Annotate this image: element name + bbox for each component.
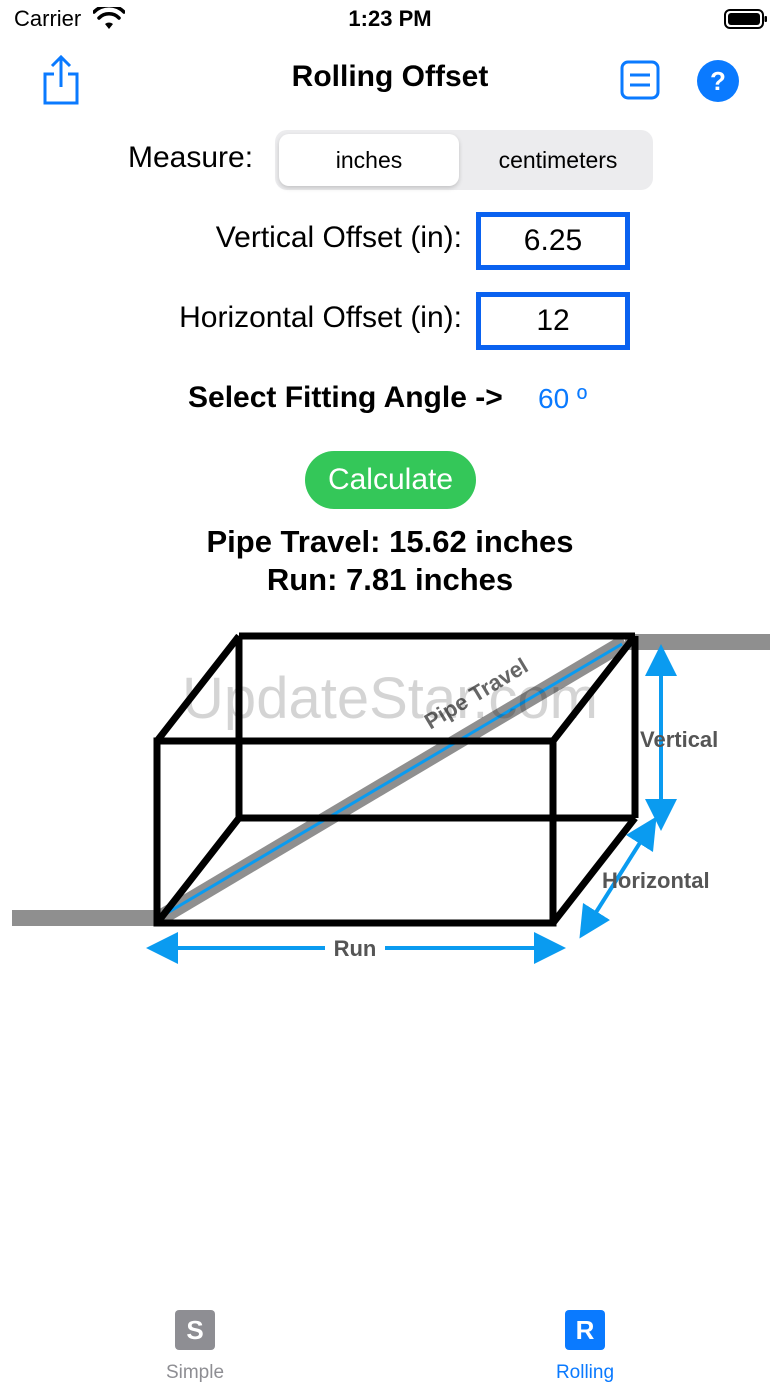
fitting-angle-label: Select Fitting Angle -> [188, 381, 503, 414]
diagram-label-vertical: Vertical [640, 727, 718, 752]
horizontal-offset-label: Horizontal Offset (in): [179, 301, 462, 334]
segment-inches[interactable]: inches [279, 134, 459, 186]
horizontal-offset-field[interactable]: 12 [476, 292, 630, 350]
battery-icon [724, 9, 767, 29]
unit-segmented-control: inches centimeters [275, 130, 653, 190]
segment-centimeters[interactable]: centimeters [465, 134, 651, 186]
diagram-label-run: Run [334, 936, 377, 961]
tab-simple[interactable]: S Simple [135, 1300, 255, 1390]
vertical-offset-field[interactable]: 6.25 [476, 212, 630, 270]
fitting-angle-picker[interactable]: 60 º [538, 383, 587, 415]
rolling-offset-diagram: Pipe Travel Vertical Horizontal Run Upda… [12, 632, 770, 964]
calculate-button[interactable]: Calculate [305, 451, 476, 509]
watermark-text: UpdateStar.com [182, 666, 598, 731]
measure-label: Measure: [128, 141, 254, 174]
pipe-travel-result: Pipe Travel: 15.62 inches [206, 524, 574, 559]
status-time: 1:23 PM [348, 6, 432, 31]
vertical-offset-label: Vertical Offset (in): [215, 221, 462, 254]
tab-rolling-label: Rolling [555, 1362, 615, 1383]
diagram-label-horizontal: Horizontal [602, 868, 710, 893]
simple-tab-icon: S [175, 1310, 215, 1350]
tab-simple-label: Simple [165, 1362, 225, 1383]
page-title: Rolling Offset [291, 60, 489, 93]
tab-rolling[interactable]: R Rolling [525, 1300, 645, 1390]
help-button[interactable]: ? [697, 60, 739, 102]
list-icon[interactable] [620, 60, 660, 100]
run-result: Run: 7.81 inches [266, 562, 514, 597]
rolling-tab-icon: R [565, 1310, 605, 1350]
